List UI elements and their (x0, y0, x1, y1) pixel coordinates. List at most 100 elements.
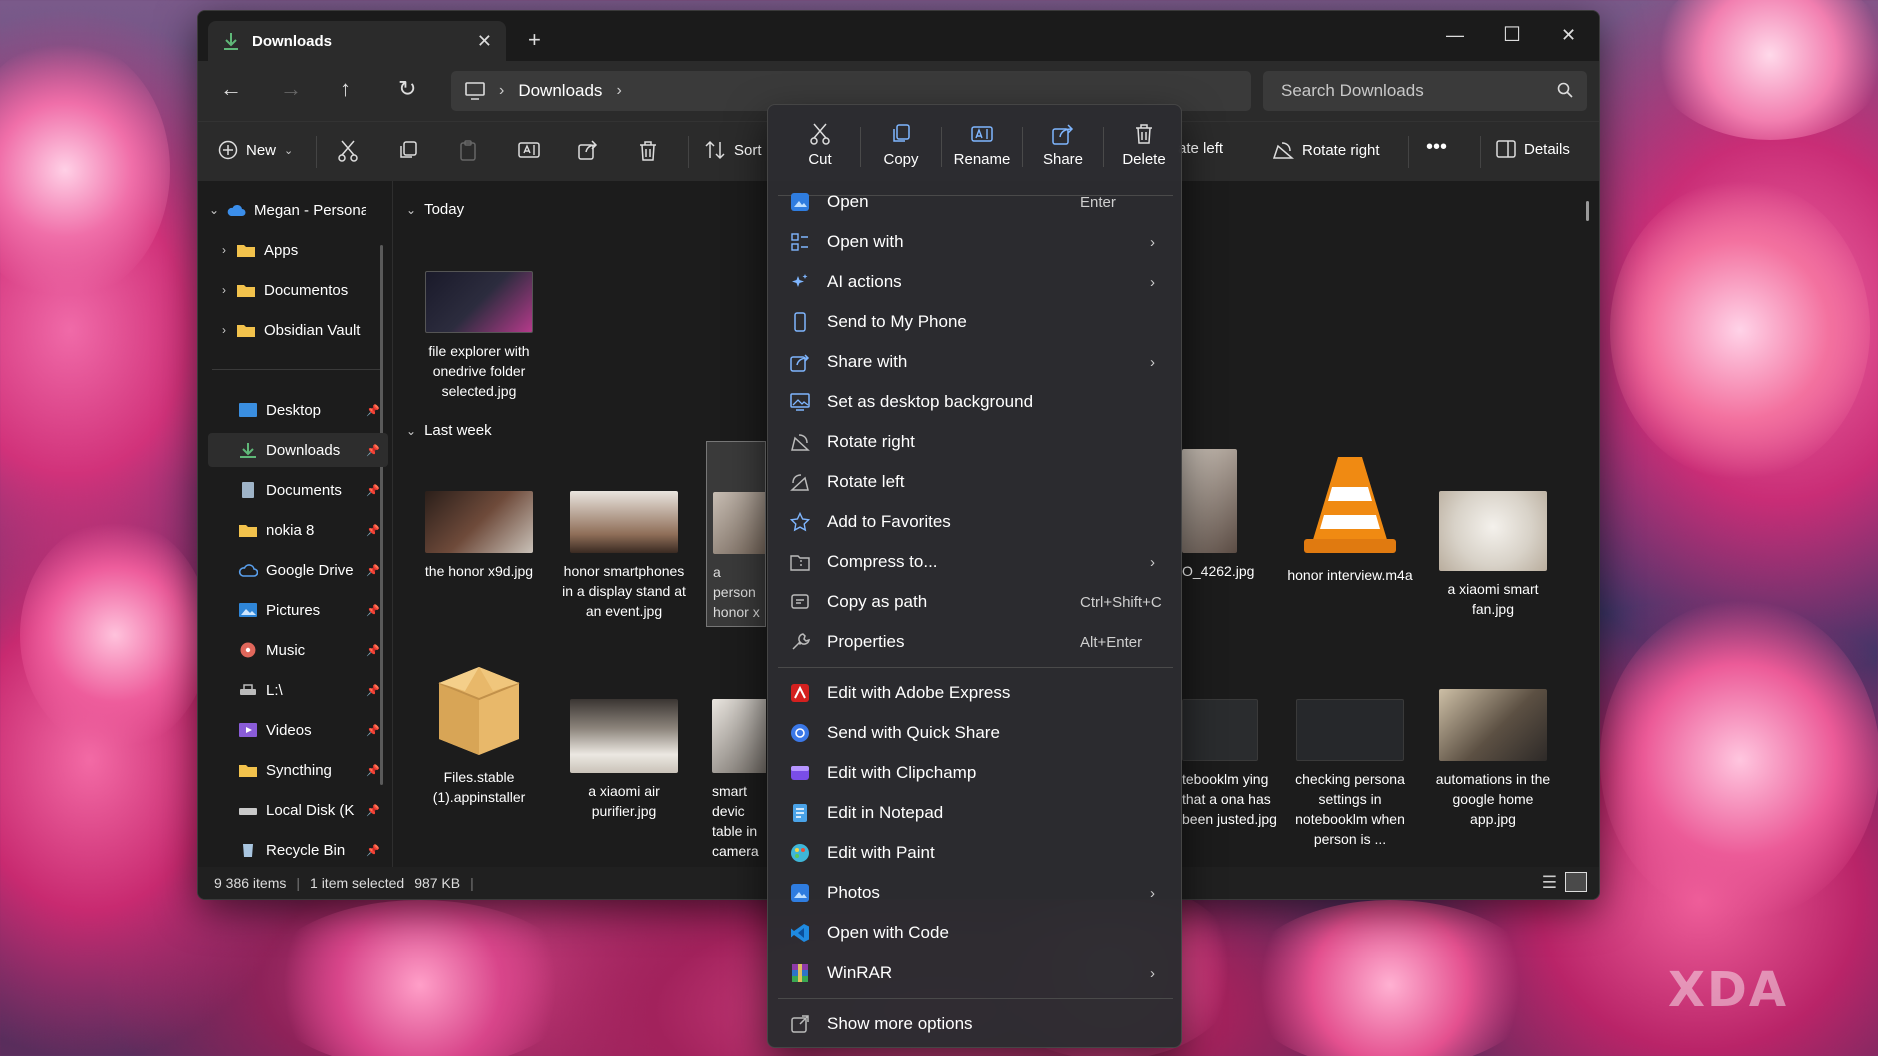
menu-item-properties[interactable]: Properties Alt+Enter (774, 623, 1175, 661)
menu-item-open[interactable]: Open Enter (774, 183, 1175, 221)
menu-item-quick-share[interactable]: Send with Quick Share (774, 714, 1175, 752)
sort-button[interactable]: Sort (704, 140, 762, 160)
file-item[interactable]: a xiaomi air purifier.jpg (559, 699, 689, 821)
rename-button[interactable] (518, 140, 540, 160)
menu-item-add-to-favorites[interactable]: Add to Favorites (774, 503, 1175, 541)
file-item[interactable]: honor interview.m4a (1285, 451, 1415, 585)
photos-app-icon (791, 884, 809, 902)
close-window-button[interactable]: ✕ (1561, 25, 1576, 46)
file-item[interactable]: automations in the google home app.jpg (1428, 689, 1558, 829)
file-thumbnail (570, 491, 678, 553)
rotate-left-button[interactable]: ate left (1178, 140, 1223, 157)
content-scrollbar[interactable] (1586, 201, 1589, 221)
paste-button[interactable] (458, 140, 478, 162)
delete-button[interactable] (638, 140, 658, 162)
maximize-button[interactable]: ☐ (1503, 22, 1521, 47)
forward-button[interactable]: → (280, 78, 302, 100)
file-item[interactable]: checking persona settings in notebooklm … (1285, 699, 1415, 849)
file-item[interactable]: tebooklm ying that a ona has been justed… (1182, 699, 1282, 829)
plus-circle-icon (218, 140, 238, 160)
back-button[interactable]: ← (220, 78, 242, 100)
file-item[interactable]: a xiaomi smart fan.jpg (1428, 491, 1558, 619)
sidebar-item-music[interactable]: Music 📌 (208, 633, 388, 667)
large-icons-view-button[interactable] (1565, 872, 1587, 892)
close-tab-icon[interactable]: ✕ (477, 31, 492, 52)
delete-action[interactable]: Delete (1104, 115, 1184, 185)
chevron-right-icon[interactable]: › (212, 283, 236, 297)
sidebar-item-onedrive[interactable]: ⌄ Megan - Persona (202, 193, 382, 227)
menu-item-winrar[interactable]: WinRAR › (774, 954, 1175, 992)
rename-action[interactable]: Rename (942, 115, 1022, 185)
sidebar-item-obsidian-vault[interactable]: › Obsidian Vault (212, 313, 392, 347)
copy-action[interactable]: Copy (861, 115, 941, 185)
search-input[interactable]: Search Downloads (1263, 71, 1587, 111)
rotate-right-button[interactable]: Rotate right (1272, 140, 1380, 160)
chevron-right-icon[interactable]: › (616, 82, 621, 100)
chevron-right-icon[interactable]: › (212, 243, 236, 257)
menu-item-ai-actions[interactable]: AI actions › (774, 263, 1175, 301)
sidebar-item-recycle-bin[interactable]: Recycle Bin 📌 (208, 833, 388, 867)
sidebar-item-documentos[interactable]: › Documentos (212, 273, 392, 307)
sidebar-item-syncthing[interactable]: Syncthing 📌 (208, 753, 388, 787)
chevron-right-icon: › (1150, 273, 1155, 291)
menu-item-open-with-code[interactable]: Open with Code (774, 914, 1175, 952)
menu-item-open-with[interactable]: Open with › (774, 223, 1175, 261)
file-item[interactable]: the honor x9d.jpg (414, 491, 544, 581)
new-tab-button[interactable]: + (528, 29, 541, 51)
sidebar-item-desktop[interactable]: Desktop 📌 (208, 393, 388, 427)
menu-item-paint[interactable]: Edit with Paint (774, 834, 1175, 872)
menu-item-photos[interactable]: Photos › (774, 874, 1175, 912)
menu-item-rotate-right[interactable]: Rotate right (774, 423, 1175, 461)
sidebar-item-apps[interactable]: › Apps (212, 233, 392, 267)
menu-item-compress-to[interactable]: Compress to... › (774, 543, 1175, 581)
new-button[interactable]: New ⌄ (218, 140, 293, 160)
cut-button[interactable] (338, 140, 358, 162)
share-button[interactable] (578, 140, 598, 160)
menu-label: Show more options (827, 1014, 973, 1033)
breadcrumb-downloads[interactable]: Downloads (518, 81, 602, 101)
package-box-icon (438, 667, 520, 755)
share-action[interactable]: Share (1023, 115, 1103, 185)
details-view-button[interactable]: ☰ (1542, 873, 1557, 893)
sidebar-item-videos[interactable]: Videos 📌 (208, 713, 388, 747)
file-item[interactable]: Files.stable (1).appinstaller (414, 655, 544, 807)
menu-item-rotate-left[interactable]: Rotate left (774, 463, 1175, 501)
pin-icon: 📌 (366, 804, 380, 817)
chevron-down-icon[interactable]: ⌄ (202, 203, 226, 217)
sidebar-item-documents[interactable]: Documents 📌 (208, 473, 388, 507)
file-item-selected[interactable]: a person honor x display (706, 441, 766, 627)
menu-item-share-with[interactable]: Share with › (774, 343, 1175, 381)
sidebar-item-google-drive[interactable]: Google Drive 📌 (208, 553, 388, 587)
file-item[interactable]: smart devic table in camera (706, 699, 766, 861)
up-button[interactable]: ↑ (340, 78, 351, 100)
divider (941, 127, 942, 167)
menu-item-show-more-options[interactable]: Show more options (774, 1005, 1175, 1043)
drive-icon (239, 808, 257, 815)
sidebar-item-local-disk[interactable]: Local Disk (K 📌 (208, 793, 388, 827)
group-header-today[interactable]: ⌄ Today (406, 201, 464, 218)
pin-icon: 📌 (366, 844, 380, 857)
chevron-right-icon[interactable]: › (212, 323, 236, 337)
sidebar-item-network-drive[interactable]: L:\ 📌 (208, 673, 388, 707)
menu-label: Edit with Paint (827, 843, 935, 862)
more-options-button[interactable]: ••• (1426, 136, 1447, 159)
refresh-button[interactable]: ↻ (398, 78, 416, 100)
menu-item-clipchamp[interactable]: Edit with Clipchamp (774, 754, 1175, 792)
group-header-last-week[interactable]: ⌄ Last week (406, 422, 492, 439)
cut-action[interactable]: Cut (780, 115, 860, 185)
menu-item-notepad[interactable]: Edit in Notepad (774, 794, 1175, 832)
sidebar-item-pictures[interactable]: Pictures 📌 (208, 593, 388, 627)
file-item[interactable]: file explorer with onedrive folder selec… (414, 271, 544, 401)
details-button[interactable]: Details (1496, 140, 1570, 158)
minimize-button[interactable]: — (1446, 25, 1464, 46)
menu-item-set-desktop-background[interactable]: Set as desktop background (774, 383, 1175, 421)
menu-item-adobe-express[interactable]: Edit with Adobe Express (774, 674, 1175, 712)
menu-item-copy-as-path[interactable]: Copy as path Ctrl+Shift+C (774, 583, 1175, 621)
sidebar-item-nokia-8[interactable]: nokia 8 📌 (208, 513, 388, 547)
copy-button[interactable] (398, 140, 418, 160)
menu-item-send-to-phone[interactable]: Send to My Phone (774, 303, 1175, 341)
file-item[interactable]: honor smartphones in a display stand at … (559, 491, 689, 621)
tab-downloads[interactable]: Downloads ✕ (208, 21, 506, 61)
sidebar-item-downloads[interactable]: Downloads 📌 (208, 433, 388, 467)
sidebar-item-label: Pictures (266, 601, 321, 619)
